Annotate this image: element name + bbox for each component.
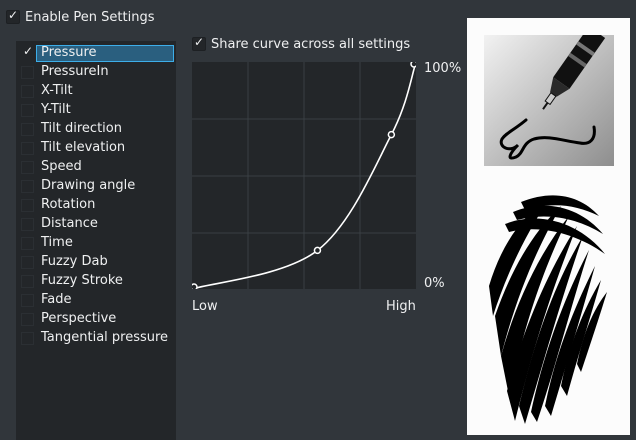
curve-control-point[interactable] <box>190 283 198 291</box>
sensor-label: Tangential pressure <box>41 330 169 345</box>
check-icon: ✓ <box>8 8 19 22</box>
sensor-checkbox[interactable] <box>21 256 34 269</box>
sensor-checkbox[interactable] <box>21 199 34 212</box>
sensor-item[interactable]: Tilt elevation <box>16 139 176 158</box>
sensor-checkbox[interactable] <box>21 161 34 174</box>
sensor-checkbox[interactable] <box>21 218 34 231</box>
sensor-item[interactable]: Tilt direction <box>16 120 176 139</box>
sensor-item[interactable]: Fade <box>16 291 176 310</box>
sensor-label: Fade <box>41 292 72 307</box>
sensor-label: Speed <box>41 159 82 174</box>
sensor-item[interactable]: Fuzzy Stroke <box>16 272 176 291</box>
sensor-checkbox[interactable] <box>21 85 34 98</box>
brush-preview-panel <box>467 18 630 435</box>
sensor-list[interactable]: ✓ Pressure PressureIn X-Tilt Y-Tilt Tilt dire… <box>16 41 176 440</box>
enable-pen-settings-label: Enable Pen Settings <box>25 10 155 25</box>
sensor-checkbox[interactable] <box>21 294 34 307</box>
sensor-item[interactable]: Distance <box>16 215 176 234</box>
sensor-checkbox[interactable] <box>21 313 34 326</box>
sensor-item[interactable]: ✓ Pressure <box>16 44 176 63</box>
sensor-label: Fuzzy Dab <box>41 254 108 269</box>
sensor-label: Perspective <box>41 311 117 326</box>
sensor-checkbox[interactable] <box>21 66 34 79</box>
sensor-label: Fuzzy Stroke <box>41 273 123 288</box>
sensor-label: Distance <box>41 216 98 231</box>
sensor-item[interactable]: Y-Tilt <box>16 101 176 120</box>
sensor-checkbox[interactable] <box>21 237 34 250</box>
sensor-label: Time <box>41 235 73 250</box>
stroke-preview <box>489 195 607 424</box>
sensor-label: X-Tilt <box>41 83 73 98</box>
enable-pen-settings-checkbox[interactable]: ✓ <box>6 8 20 24</box>
curve-max-label: 100% <box>424 61 462 76</box>
sensor-label: Rotation <box>41 197 96 212</box>
sensor-label: Y-Tilt <box>41 102 71 117</box>
sensor-checkbox[interactable] <box>21 332 34 345</box>
sensor-item[interactable]: X-Tilt <box>16 82 176 101</box>
sensor-label: Tilt direction <box>41 121 122 136</box>
sensor-item[interactable]: Time <box>16 234 176 253</box>
sensor-item[interactable]: Drawing angle <box>16 177 176 196</box>
pen-nib-icon <box>484 35 614 166</box>
share-curve-checkbox[interactable]: ✓ <box>192 35 206 51</box>
sensor-item[interactable]: PressureIn <box>16 63 176 82</box>
curve-editor[interactable] <box>190 60 418 291</box>
curve-high-label: High <box>386 299 416 314</box>
sensor-checkbox[interactable] <box>21 180 34 193</box>
curve-min-label: 0% <box>424 276 445 291</box>
curve-graph[interactable] <box>190 60 418 291</box>
curve-control-point[interactable] <box>387 130 396 139</box>
curve-low-label: Low <box>192 299 218 314</box>
sensor-checkbox[interactable] <box>21 123 34 136</box>
curve-control-point[interactable] <box>313 246 322 255</box>
curve-control-point[interactable] <box>410 60 418 68</box>
sensor-label: PressureIn <box>41 64 109 79</box>
sensor-checkbox[interactable]: ✓ <box>21 44 34 60</box>
sensor-item[interactable]: Perspective <box>16 310 176 329</box>
sensor-checkbox[interactable] <box>21 275 34 288</box>
sensor-item[interactable]: Tangential pressure <box>16 329 176 348</box>
sensor-checkbox[interactable] <box>21 142 34 155</box>
check-icon: ✓ <box>23 44 34 58</box>
sensor-checkbox[interactable] <box>21 104 34 117</box>
sensor-item[interactable]: Speed <box>16 158 176 177</box>
sensor-label: Tilt elevation <box>41 140 126 155</box>
sensor-label: Drawing angle <box>41 178 136 193</box>
check-icon: ✓ <box>194 35 205 49</box>
sensor-label: Pressure <box>41 45 97 60</box>
sensor-item[interactable]: Fuzzy Dab <box>16 253 176 272</box>
curve-grid <box>192 62 416 289</box>
sensor-item[interactable]: Rotation <box>16 196 176 215</box>
share-curve-label: Share curve across all settings <box>211 37 411 52</box>
